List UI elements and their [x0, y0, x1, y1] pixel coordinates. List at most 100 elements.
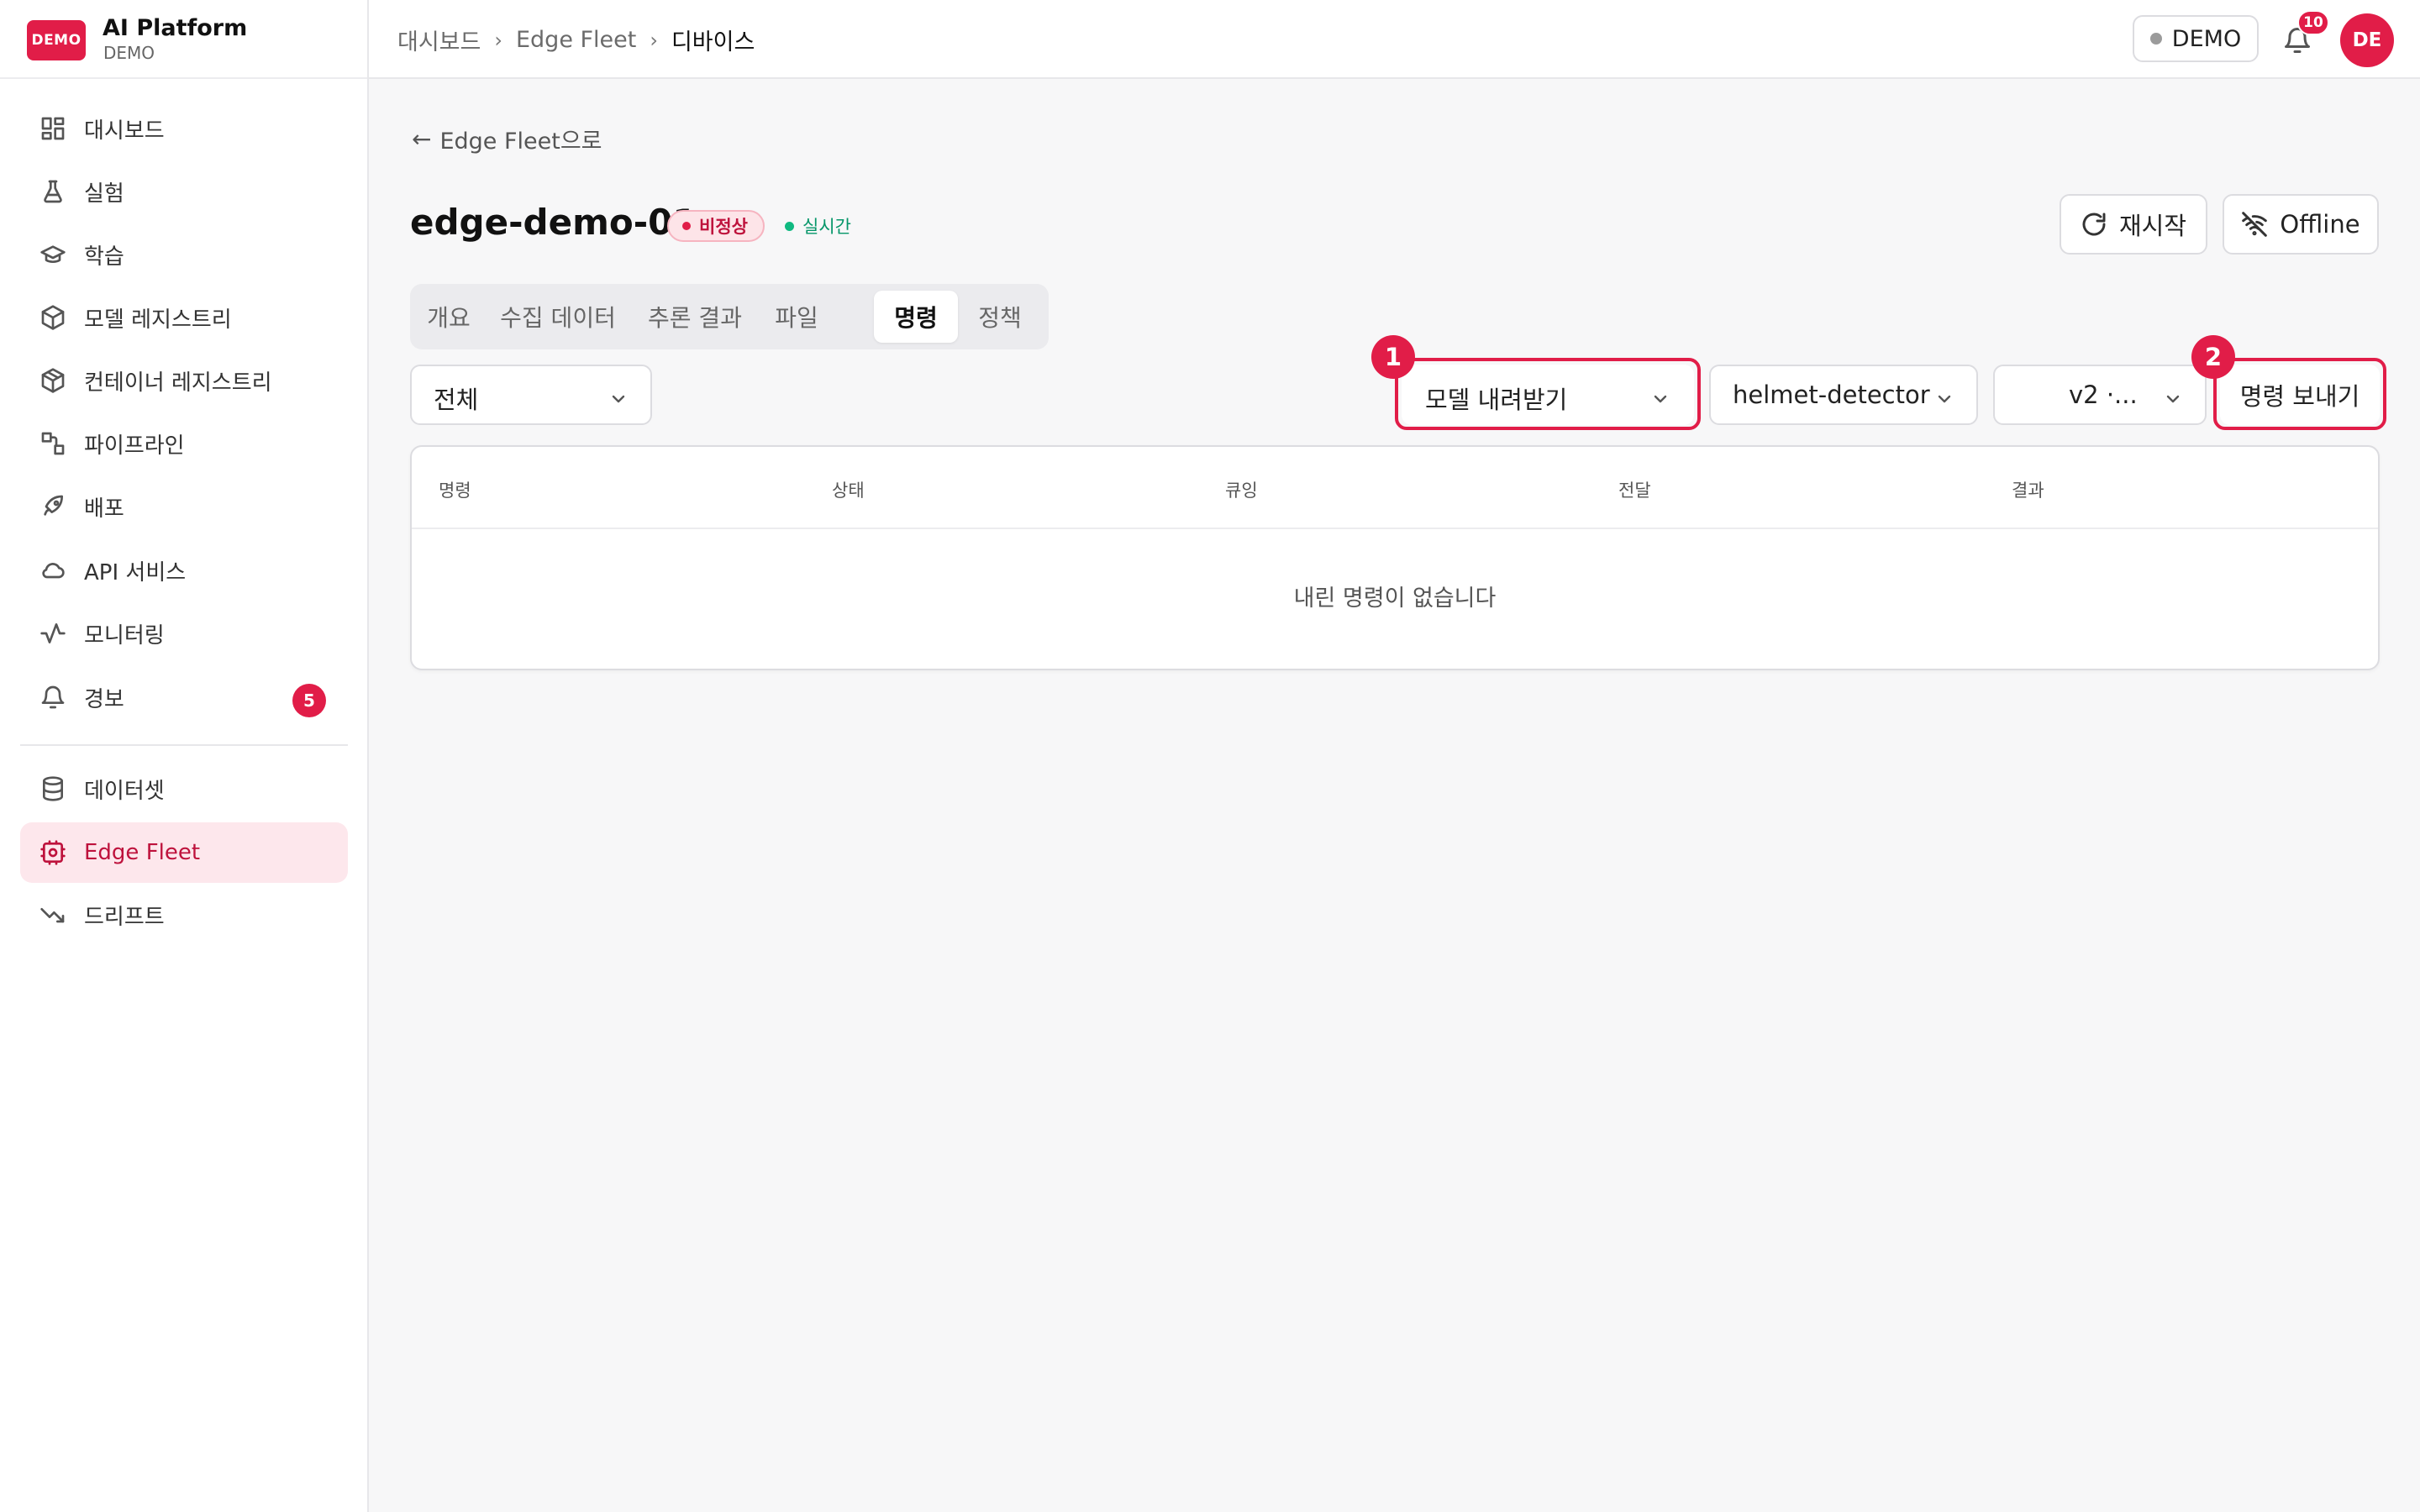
live-label: 실시간 [802, 217, 851, 237]
breadcrumb: 대시보드 › Edge Fleet › 디바이스 [397, 24, 755, 56]
sidebar-item-deployment[interactable]: 배포 [20, 476, 348, 537]
sidebar-item-label: 모델 레지스트리 [84, 307, 232, 333]
sidebar-item-label: 대시보드 [84, 118, 165, 144]
sidebar-item-drift[interactable]: 드리프트 [20, 885, 348, 945]
breadcrumb-edge-fleet[interactable]: Edge Fleet [516, 27, 636, 53]
rocket-icon [39, 492, 67, 521]
sidebar-item-label: 배포 [84, 496, 124, 522]
database-icon [39, 774, 67, 803]
commands-table: 명령 상태 큐잉 전달 결과 내린 명령이 없습니다 [410, 445, 2380, 670]
cube-icon [39, 303, 67, 332]
tab-collected-data[interactable]: 수집 데이터 [489, 291, 627, 343]
tab-inference-results[interactable]: 추론 결과 [637, 291, 753, 343]
brand-name: AI Platform [103, 15, 248, 41]
activity-icon [39, 619, 67, 648]
sidebar: DEMO AI Platform DEMO 대시보드 실험 학습 모델 레지스트… [0, 0, 369, 1512]
chevron-down-icon [1934, 386, 1954, 407]
environment-label: DEMO [2171, 25, 2242, 52]
edge-device-icon [39, 838, 67, 867]
container-icon [39, 366, 67, 395]
brand-header: DEMO AI Platform DEMO [0, 0, 367, 79]
column-header-status: 상태 [832, 480, 865, 501]
page-title: edge-demo-01 [410, 202, 697, 243]
alerts-count-badge: 5 [292, 684, 326, 717]
restart-button[interactable]: 재시작 [2060, 194, 2207, 255]
status-filter-value: 전체 [434, 386, 479, 414]
sidebar-item-training[interactable]: 학습 [20, 224, 348, 285]
sidebar-item-container-registry[interactable]: 컨테이너 레지스트리 [20, 350, 348, 411]
sidebar-item-monitoring[interactable]: 모니터링 [20, 603, 348, 664]
sidebar-divider [20, 744, 348, 746]
sidebar-item-label: 컨테이너 레지스트리 [84, 370, 272, 396]
column-header-queued: 큐잉 [1225, 480, 1258, 501]
environment-switcher[interactable]: DEMO [2133, 15, 2259, 62]
user-avatar[interactable]: DE [2340, 13, 2394, 67]
step-marker-1: 1 [1371, 335, 1415, 379]
send-command-button[interactable]: 명령 보내기 [2220, 365, 2380, 425]
pipeline-icon [39, 429, 67, 458]
live-dot-icon [785, 221, 794, 231]
sidebar-item-label: Edge Fleet [84, 840, 201, 865]
model-select[interactable]: helmet-detector [1709, 365, 1978, 425]
empty-state-message: 내린 명령이 없습니다 [1293, 585, 1497, 612]
status-filter-select[interactable]: 전체 [410, 365, 652, 425]
status-dot-icon [2149, 33, 2162, 45]
status-badge-label: 비정상 [699, 217, 748, 237]
dashboard-icon [39, 114, 67, 143]
wifi-off-icon [2242, 212, 2268, 237]
sidebar-item-datasets[interactable]: 데이터셋 [20, 759, 348, 819]
graduation-cap-icon [39, 240, 67, 269]
step-marker-2: 2 [2191, 335, 2235, 379]
flask-icon [39, 177, 67, 206]
back-link-label: Edge Fleet으로 [439, 129, 602, 155]
column-header-result: 결과 [2012, 480, 2044, 501]
breadcrumb-dashboard[interactable]: 대시보드 [397, 24, 481, 56]
tab-files[interactable]: 파일 [761, 291, 832, 343]
device-tabs: 개요 수집 데이터 추론 결과 파일 명령 정책 [410, 284, 1049, 349]
live-indicator: 실시간 [785, 213, 851, 239]
sidebar-item-label: 파이프라인 [84, 433, 185, 459]
back-to-edge-fleet-link[interactable]: ← Edge Fleet으로 [412, 123, 602, 155]
sidebar-item-alerts[interactable]: 경보 5 [20, 667, 348, 727]
sidebar-item-label: 경보 [84, 686, 124, 712]
breadcrumb-current: 디바이스 [671, 29, 755, 55]
chevron-down-icon [608, 386, 629, 407]
refresh-icon [2082, 213, 2106, 236]
sidebar-item-label: 드리프트 [84, 904, 165, 930]
cloud-icon [39, 556, 67, 585]
sidebar-item-label: 실험 [84, 181, 124, 207]
chevron-right-icon: › [494, 28, 502, 52]
status-badge: 비정상 [667, 210, 765, 242]
notification-count-badge: 10 [2297, 10, 2329, 35]
chevron-down-icon [1650, 386, 1670, 407]
sidebar-item-dashboard[interactable]: 대시보드 [20, 98, 348, 159]
column-header-command: 명령 [439, 480, 471, 501]
offline-button[interactable]: Offline [2223, 194, 2379, 255]
brand-subtitle: DEMO [103, 43, 155, 63]
sidebar-item-model-registry[interactable]: 모델 레지스트리 [20, 287, 348, 348]
tab-commands[interactable]: 명령 [874, 291, 958, 343]
chevron-right-icon: › [650, 28, 658, 52]
sidebar-item-label: 데이터셋 [84, 778, 165, 804]
sidebar-item-api-service[interactable]: API 서비스 [20, 540, 348, 601]
offline-button-label: Offline [2280, 210, 2360, 239]
model-value: helmet-detector [1733, 381, 1930, 409]
tab-policy[interactable]: 정책 [965, 291, 1035, 343]
version-value: v2 ·... [2069, 381, 2138, 409]
table-header-divider [412, 528, 2378, 529]
sidebar-item-pipeline[interactable]: 파이프라인 [20, 413, 348, 474]
sidebar-item-experiments[interactable]: 실험 [20, 161, 348, 222]
status-dot-icon [682, 222, 691, 230]
topbar: 대시보드 › Edge Fleet › 디바이스 [369, 0, 2420, 79]
command-type-select[interactable]: 모델 내려받기 [1402, 365, 1694, 425]
brand-logo[interactable]: DEMO [27, 20, 86, 60]
tab-overview[interactable]: 개요 [418, 291, 479, 343]
sidebar-item-label: API 서비스 [84, 559, 187, 585]
restart-button-label: 재시작 [2118, 212, 2187, 240]
column-header-delivered: 전달 [1618, 480, 1651, 501]
command-type-value: 모델 내려받기 [1425, 386, 1568, 414]
version-select[interactable]: v2 ·... [1993, 365, 2207, 425]
arrow-left-icon: ← [412, 125, 432, 153]
sidebar-item-edge-fleet[interactable]: Edge Fleet [20, 822, 348, 883]
chevron-down-icon [2163, 386, 2183, 407]
